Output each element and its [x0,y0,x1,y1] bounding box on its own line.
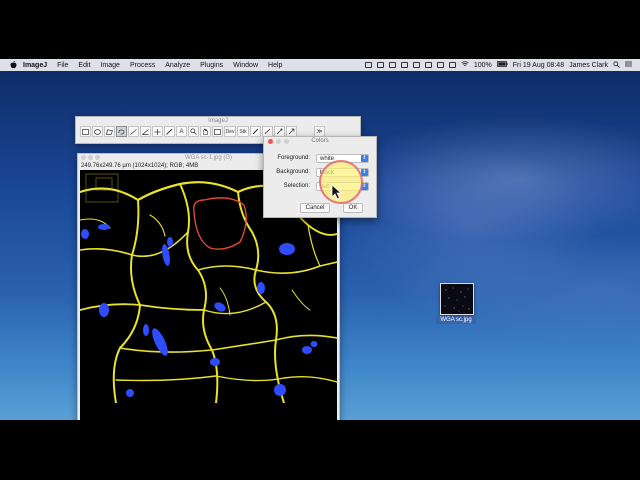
ok-button[interactable]: OK [343,203,363,213]
dev-button[interactable]: Dev [224,126,236,137]
dialog-zoom-button[interactable] [284,139,289,144]
text-tool-icon[interactable]: A [176,126,187,137]
zoom-button[interactable] [95,155,100,160]
user-name[interactable]: James Clark [569,62,608,69]
polygon-tool-icon[interactable] [104,126,115,137]
mouse-cursor-icon [331,184,343,200]
image-window-title: WGA sc-1.jpg (G) [184,155,232,161]
status-icon-2[interactable] [376,62,384,68]
pencil-tool-icon[interactable] [250,126,261,137]
desktop-file-label[interactable]: WGA sc.jpg [436,316,476,324]
foreground-label: Foreground: [277,155,310,161]
color-picker-icon[interactable] [212,126,223,137]
wand-tool-icon[interactable] [164,126,175,137]
status-icon-4[interactable] [400,62,408,68]
status-icon-3[interactable] [388,62,396,68]
oval-tool-icon[interactable] [92,126,103,137]
dialog-minimize-button[interactable] [276,139,281,144]
menu-window[interactable]: Window [233,62,258,69]
hand-tool-icon[interactable] [200,126,211,137]
dialog-close-button[interactable] [268,139,273,144]
battery-icon[interactable] [496,61,508,69]
menu-help[interactable]: Help [268,62,282,69]
menu-analyze[interactable]: Analyze [165,62,190,69]
point-tool-icon[interactable] [152,126,163,137]
line-tool-icon[interactable] [128,126,139,137]
stk-button[interactable]: Stk [237,126,249,137]
menu-edit[interactable]: Edit [78,62,90,69]
selection-label: Selection: [283,183,310,189]
status-icon-5[interactable] [412,62,420,68]
menu-bar: ImageJ File Edit Image Process Analyze P… [0,59,640,71]
menu-file[interactable]: File [57,62,68,69]
wifi-icon[interactable] [461,61,469,69]
apple-icon[interactable] [9,61,17,69]
freehand-tool-icon[interactable] [116,126,127,137]
foreground-row: Foreground: white ⇕ [264,154,376,164]
datetime[interactable]: Fri 19 Aug 08:48 [513,62,564,69]
close-button[interactable] [81,155,86,160]
magnifier-icon[interactable] [188,126,199,137]
status-icon-8[interactable] [448,62,456,68]
status-area: 100% Fri 19 Aug 08:48 James Clark [364,59,632,71]
status-icon-1[interactable] [364,62,372,68]
menu-app-name[interactable]: ImageJ [23,62,47,69]
battery-percent[interactable]: 100% [474,62,492,69]
rectangle-tool-icon[interactable] [80,126,91,137]
status-icon-6[interactable] [424,62,432,68]
list-icon[interactable] [625,61,632,69]
angle-tool-icon[interactable] [140,126,151,137]
window-controls [81,155,100,160]
background-label: Background: [276,169,310,175]
chevron-updown-icon: ⇕ [361,155,368,162]
search-icon[interactable] [613,60,620,70]
cancel-button[interactable]: Cancel [300,203,330,213]
menu-process[interactable]: Process [130,62,155,69]
colors-dialog-title: Colors [311,138,329,144]
toolbar-title: ImageJ [208,118,228,124]
colors-dialog-titlebar[interactable]: Colors [264,137,376,146]
status-icon-7[interactable] [436,62,444,68]
letterbox-top [0,0,640,59]
menu-image[interactable]: Image [100,62,119,69]
letterbox-bottom [0,420,640,480]
menu-plugins[interactable]: Plugins [200,62,223,69]
minimize-button[interactable] [88,155,93,160]
desktop-file-thumbnail[interactable] [440,283,474,315]
